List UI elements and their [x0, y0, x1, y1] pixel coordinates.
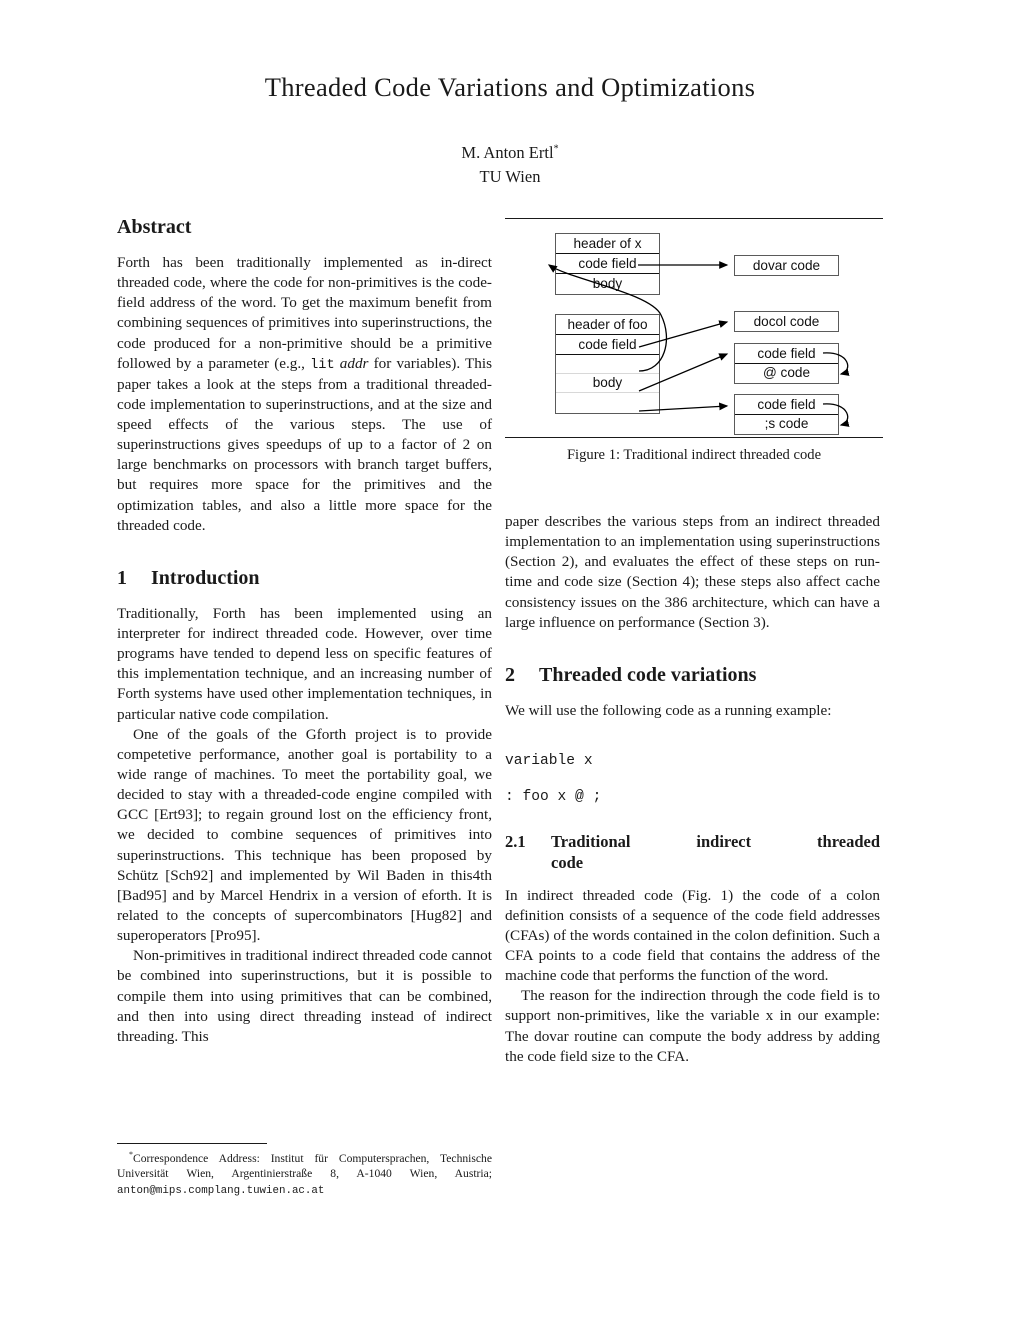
paper-page: Threaded Code Variations and Optimizatio… — [0, 0, 1020, 1320]
section-1-paragraph-2: One of the goals of the Gforth project i… — [117, 725, 492, 945]
footnote-text: *Correspondence Address: Institut für Co… — [117, 1150, 492, 1198]
section-2-1-number: 2.1 — [505, 831, 526, 851]
abstract-code-lit: lit — [310, 357, 335, 373]
arrow-foo-body2-to-at-codefield — [638, 353, 729, 392]
section-2-1-paragraph-1: In indirect threaded code (Fig. 1) the c… — [505, 886, 880, 985]
footnote: *Correspondence Address: Institut für Co… — [117, 1143, 492, 1198]
arrow-at-codefield-self-loop — [822, 352, 850, 376]
title-block: Threaded Code Variations and Optimizatio… — [0, 72, 1020, 189]
section-2-1-title-line1: Traditional indirect threaded — [551, 831, 880, 851]
abstract-body-part2: for variables). This paper takes a look … — [117, 354, 493, 534]
author-name-text: M. Anton Ertl — [461, 143, 554, 162]
author-footnote-marker: * — [553, 143, 559, 155]
footnote-email: anton@mips.complang.tuwien.ac.at — [117, 1184, 325, 1197]
abstract-heading: Abstract — [117, 216, 192, 238]
section-2-1-title: Traditional indirect threaded code — [551, 831, 880, 874]
section-1-title: Introduction — [151, 566, 260, 589]
arrow-foo-body3-to-semis-codefield — [638, 402, 729, 412]
arrow-foo-body1-to-x-codefield — [547, 264, 668, 372]
section-2-heading: 2 Threaded code variations — [505, 663, 880, 688]
figure-bottom-rule — [505, 437, 883, 438]
left-column: Abstract Forth has been traditionally im… — [117, 215, 492, 1047]
section-2-number: 2 — [505, 663, 515, 686]
section-1-number: 1 — [117, 566, 127, 589]
footnote-address: Correspondence Address: Institut für Com… — [117, 1151, 492, 1181]
section-2-1-heading: 2.1 Traditional indirect threaded code — [505, 831, 880, 874]
diagram-arrows — [547, 261, 850, 427]
section-1-paragraph-1: Traditionally, Forth has been implemente… — [117, 604, 492, 723]
page-title: Threaded Code Variations and Optimizatio… — [264, 72, 756, 102]
affiliation: TU Wien — [479, 166, 541, 186]
code-listing-line-1: variable x — [505, 752, 593, 769]
arrow-foo-codefield-to-docol — [638, 320, 729, 348]
section-2-1-paragraph-2: The reason for the indirection through t… — [505, 987, 880, 1065]
footnote-rule — [117, 1143, 267, 1144]
section-1-heading: 1 Introduction — [117, 566, 492, 591]
abstract-italic-addr: addr — [339, 354, 369, 372]
figure-caption: Figure 1: Traditional indirect threaded … — [566, 447, 822, 463]
figure-1: header of x code field body header of fo… — [505, 218, 883, 464]
section-1-paragraph-3: Non-primitives in traditional indirect t… — [117, 947, 492, 1045]
author-name: M. Anton Ertl* — [0, 141, 1020, 165]
figure-diagram: header of x code field body header of fo… — [505, 219, 883, 437]
arrow-semis-codefield-self-loop — [822, 403, 850, 427]
code-listing-line-2: : foo x @ ; — [505, 788, 602, 805]
abstract-body: Forth has been traditionally implemented… — [117, 253, 492, 536]
right-column: paper describes the various steps from a… — [505, 512, 880, 1067]
section-2-intro: We will use the following code as a runn… — [505, 701, 832, 719]
section-1-paragraph-3-continued: paper describes the various steps from a… — [505, 513, 880, 631]
author-block: M. Anton Ertl* TU Wien — [0, 141, 1020, 189]
section-2-1-title-line2: code — [551, 853, 584, 873]
section-2-title: Threaded code variations — [539, 663, 757, 686]
